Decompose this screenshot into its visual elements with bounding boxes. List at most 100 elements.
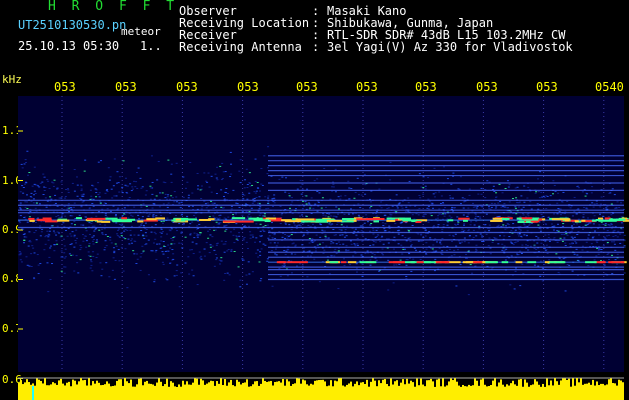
noise-pixel [547, 237, 550, 239]
noise-pixel [438, 213, 441, 215]
noise-pixel [101, 268, 104, 270]
noise-pixel [220, 257, 223, 259]
noise-pixel [82, 195, 85, 197]
noise-pixel [557, 207, 560, 209]
noise-pixel [533, 264, 536, 266]
noise-pixel [113, 252, 116, 254]
noise-pixel [171, 239, 174, 241]
level-bar [490, 385, 492, 400]
noise-pixel [507, 186, 510, 188]
noise-pixel [347, 213, 350, 215]
noise-pixel [129, 183, 132, 185]
noise-pixel [312, 241, 315, 243]
level-bar [200, 378, 202, 400]
noise-pixel [333, 255, 336, 257]
level-bar [224, 379, 226, 400]
noise-pixel [246, 215, 249, 217]
noise-pixel [43, 176, 46, 178]
noise-pixel [164, 250, 167, 252]
noise-pixel [160, 221, 163, 223]
noise-pixel [354, 245, 357, 247]
noise-pixel [271, 198, 274, 200]
level-bar [566, 379, 568, 400]
noise-pixel [23, 217, 26, 219]
noise-pixel [439, 203, 442, 205]
noise-pixel [224, 273, 227, 275]
level-bar [584, 383, 586, 400]
noise-pixel [160, 228, 163, 230]
noise-pixel [586, 217, 589, 219]
noise-pixel [175, 201, 178, 203]
secondary-trace-segment [473, 261, 484, 264]
noise-pixel [141, 216, 144, 218]
noise-pixel [494, 207, 497, 209]
level-bar [164, 384, 166, 400]
noise-pixel [63, 205, 66, 207]
noise-pixel [193, 237, 196, 239]
noise-pixel [576, 223, 579, 225]
level-bar [158, 378, 160, 400]
noise-pixel [124, 229, 127, 231]
noise-pixel [19, 259, 22, 261]
noise-pixel [41, 228, 44, 230]
noise-pixel [152, 217, 155, 219]
noise-pixel [465, 253, 468, 255]
level-bar [170, 381, 172, 400]
noise-pixel [214, 253, 217, 255]
noise-pixel [123, 213, 126, 215]
noise-pixel [317, 201, 320, 203]
noise-pixel [559, 208, 562, 210]
noise-pixel [256, 249, 259, 251]
noise-pixel [95, 257, 98, 259]
level-bar [368, 386, 370, 400]
noise-pixel [121, 223, 124, 225]
noise-pixel [66, 207, 69, 209]
level-bar [194, 378, 196, 400]
noise-pixel [337, 196, 340, 198]
noise-pixel [318, 243, 321, 245]
noise-pixel [314, 248, 317, 250]
level-bar [264, 380, 266, 400]
noise-pixel [25, 194, 28, 196]
noise-pixel [433, 167, 436, 169]
level-bar [134, 386, 136, 400]
noise-pixel [369, 259, 372, 261]
noise-pixel [336, 223, 339, 225]
level-bar [186, 381, 188, 400]
noise-pixel [104, 247, 107, 249]
noise-pixel [576, 234, 579, 236]
noise-pixel [517, 240, 520, 242]
carrier-segment [264, 220, 271, 223]
level-bar [500, 379, 502, 400]
noise-pixel [64, 215, 67, 217]
noise-pixel [456, 223, 459, 225]
noise-pixel [427, 198, 430, 200]
noise-pixel [92, 251, 95, 253]
noise-pixel [381, 222, 384, 224]
noise-pixel [525, 234, 528, 236]
noise-pixel [144, 194, 147, 196]
noise-pixel [56, 188, 59, 190]
noise-pixel [140, 206, 143, 208]
noise-pixel [417, 214, 420, 216]
noise-pixel [520, 195, 523, 197]
noise-pixel [228, 274, 231, 276]
noise-pixel [553, 185, 556, 187]
noise-pixel [354, 244, 357, 246]
level-bar [386, 383, 388, 400]
noise-pixel [380, 236, 383, 238]
noise-pixel [611, 254, 614, 256]
noise-pixel [474, 248, 477, 250]
level-bar [238, 381, 240, 400]
noise-pixel [66, 235, 69, 237]
noise-pixel [92, 205, 95, 207]
noise-pixel [45, 206, 48, 208]
noise-pixel [90, 222, 93, 224]
noise-pixel [585, 222, 588, 224]
level-bar [18, 382, 20, 400]
noise-pixel [154, 224, 157, 226]
noise-pixel [556, 213, 559, 215]
noise-pixel [288, 207, 291, 209]
noise-pixel [614, 235, 617, 237]
noise-pixel [397, 226, 400, 228]
